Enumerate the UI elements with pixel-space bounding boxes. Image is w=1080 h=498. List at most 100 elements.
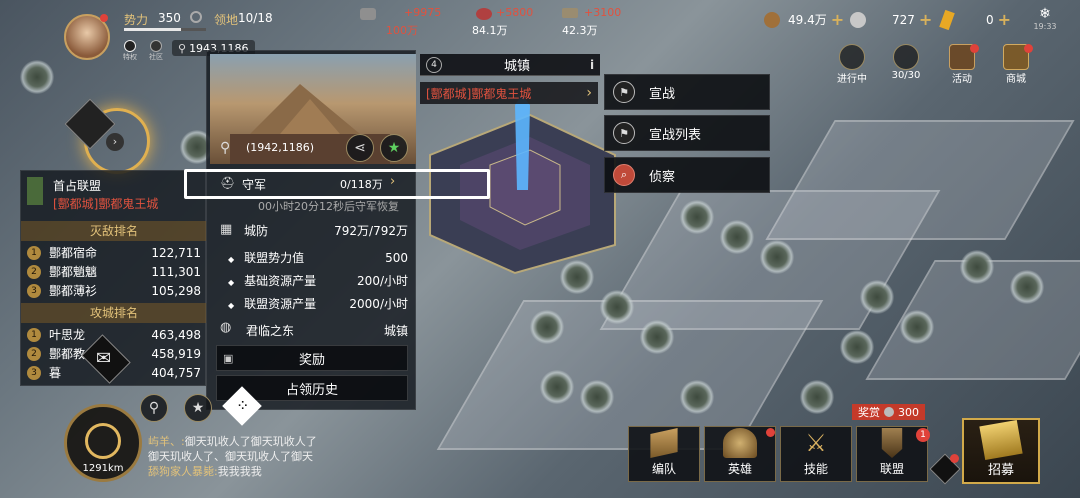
reward-badge-value: 300 [898,405,919,419]
flag-icon [650,428,678,458]
palm-tree [720,220,754,254]
recruit-button[interactable]: 招募 [962,418,1040,484]
rank-name: 酆都宿命 [49,246,98,260]
shop-dot [1024,44,1033,53]
location-pin-icon: ⚲ [220,140,231,156]
formation-button[interactable]: 编队 [628,426,700,482]
palm-tree [760,240,794,274]
list-item[interactable]: 1 酆都宿命 122,711 [21,243,207,262]
reward-badge-label: 奖赏 [858,406,880,419]
rank-2-icon: 2 [27,264,41,279]
share-button[interactable]: ⋖ [346,134,374,162]
map-plaza [765,120,1075,240]
power-bar-fill [124,28,182,31]
region-row: 君临之东 城镇 [216,322,408,339]
meat-total: 84.1万 [472,24,508,37]
hero-helmet-icon [723,428,757,458]
search-button[interactable]: ⚲ [140,394,168,422]
chat-box[interactable]: 屿羊、:御天玑收人了御天玑收人了 御天玑收人了、御天玑收人了御天 舔狗家人暴毙:… [148,434,368,479]
list-item[interactable]: 3 酆都薄衫 105,298 [21,281,207,300]
power-bullet-label: ◆ 联盟势力值 [228,249,304,266]
rank-value: 458,919 [151,346,201,361]
reward-button[interactable]: ▣ 奖励 [216,345,408,371]
meat-icon [476,8,492,20]
add-copper-button[interactable]: + [831,10,844,29]
city-coords: (1942,1186) [246,141,315,154]
wall-row: 城防 792万/792万 [216,222,408,239]
troop-count-button[interactable]: 30/30 [886,44,926,81]
bookmark-button[interactable]: ★ [184,394,212,422]
occupy-history-label: 占领历史 [285,382,338,398]
alliance-res-row: ◆ 联盟资源产量 2000/小时 [216,295,408,312]
add-gold-button[interactable]: + [998,10,1011,29]
city-name: [酆都城]酆都鬼王城 [426,86,532,101]
alliance-res-value: 2000/小时 [349,297,408,311]
chevron-right-icon[interactable]: › [390,174,395,189]
declare-war-button[interactable]: ⚑ 宣战 [604,74,770,110]
war-list-icon: ⚑ [613,122,635,144]
palm-tree [840,330,874,364]
activity-dot [970,44,979,53]
reward-button-label: 奖励 [298,352,325,368]
hero-button[interactable]: 英雄 [704,426,776,482]
palm-tree [640,320,674,354]
city-header: 4 城镇 i [420,54,600,76]
expand-arrow-icon[interactable]: › [106,133,124,151]
chat-sender: 屿羊、: [148,435,185,448]
palm-tree [580,380,614,414]
alliance-power-label: 联盟势力值 [244,251,305,265]
basic-res-value: 200/小时 [357,274,408,288]
recruit-book-icon [979,419,1023,461]
palm-tree [680,380,714,414]
rank-name: 酆都薄衫 [49,284,98,298]
in-progress-button[interactable]: 进行中 [834,44,870,85]
skill-button[interactable]: ⚔ 技能 [780,426,852,482]
scout-button[interactable]: ⌕ 侦察 [604,157,770,193]
search-icon: ⚲ [148,400,160,416]
palm-tree [680,200,714,234]
wood-total: 42.3万 [562,24,598,37]
copper-icon [764,11,780,28]
info-icon[interactable]: i [584,58,600,72]
kill-rank-title: 灭敌排名 [21,221,207,241]
chat-message: 御天玑收人了、御天玑收人了御天 [148,450,313,463]
siege-rank-title: 攻城排名 [21,303,207,323]
list-item[interactable]: 2 酆都魈魑 111,301 [21,262,207,281]
rank-3-icon: 3 [27,365,41,380]
helmet-icon: ⛑ [220,176,236,190]
power-label: 势力 [124,13,149,27]
alliance-title: 首占联盟 [53,179,102,193]
alliance-res-label: 联盟资源产量 [244,297,317,311]
war-list-button[interactable]: ⚑ 宣战列表 [604,115,770,151]
list-item[interactable]: 1 叶思龙 463,498 [21,325,207,344]
wall-value: 792万/792万 [334,224,408,238]
snowflake-icon: ❄ [1039,6,1051,22]
formation-label: 编队 [651,462,676,476]
expand-menu-dot [950,454,959,463]
rank-name: 酆都魈魑 [49,265,98,279]
community-icon[interactable] [150,40,162,52]
meat-delta: +5800 [496,6,534,19]
add-jade-button[interactable]: + [919,10,932,29]
compass-button[interactable]: 1291km [64,404,142,482]
city-level-badge: 4 [426,56,442,73]
palm-tree [560,260,594,294]
wood-icon [562,8,578,18]
palm-tree [600,290,634,324]
city-type: 城镇 [503,59,530,74]
copper-value: 49.4万 [788,13,827,27]
war-flag-icon: ⚑ [613,81,635,103]
stone-icon [360,8,376,20]
alliance-city: [酆都城]酆都鬼王城 [53,197,159,211]
currency-gold[interactable]: 0 + [939,9,1011,30]
privilege-icon[interactable] [124,40,136,52]
chat-sender: 舔狗家人暴毙: [148,465,218,478]
city-name-bar[interactable]: [酆都城]酆都鬼王城 › [420,82,598,104]
currency-copper[interactable]: 49.4万 + [764,10,844,29]
reward-badge[interactable]: 奖赏 300 [852,404,925,420]
community-label: 社区 [149,53,163,61]
palm-tree [530,310,564,344]
favorite-button[interactable]: ★ [380,134,408,162]
currency-jade[interactable]: 727 + [850,10,932,29]
hero-dot [766,428,775,437]
